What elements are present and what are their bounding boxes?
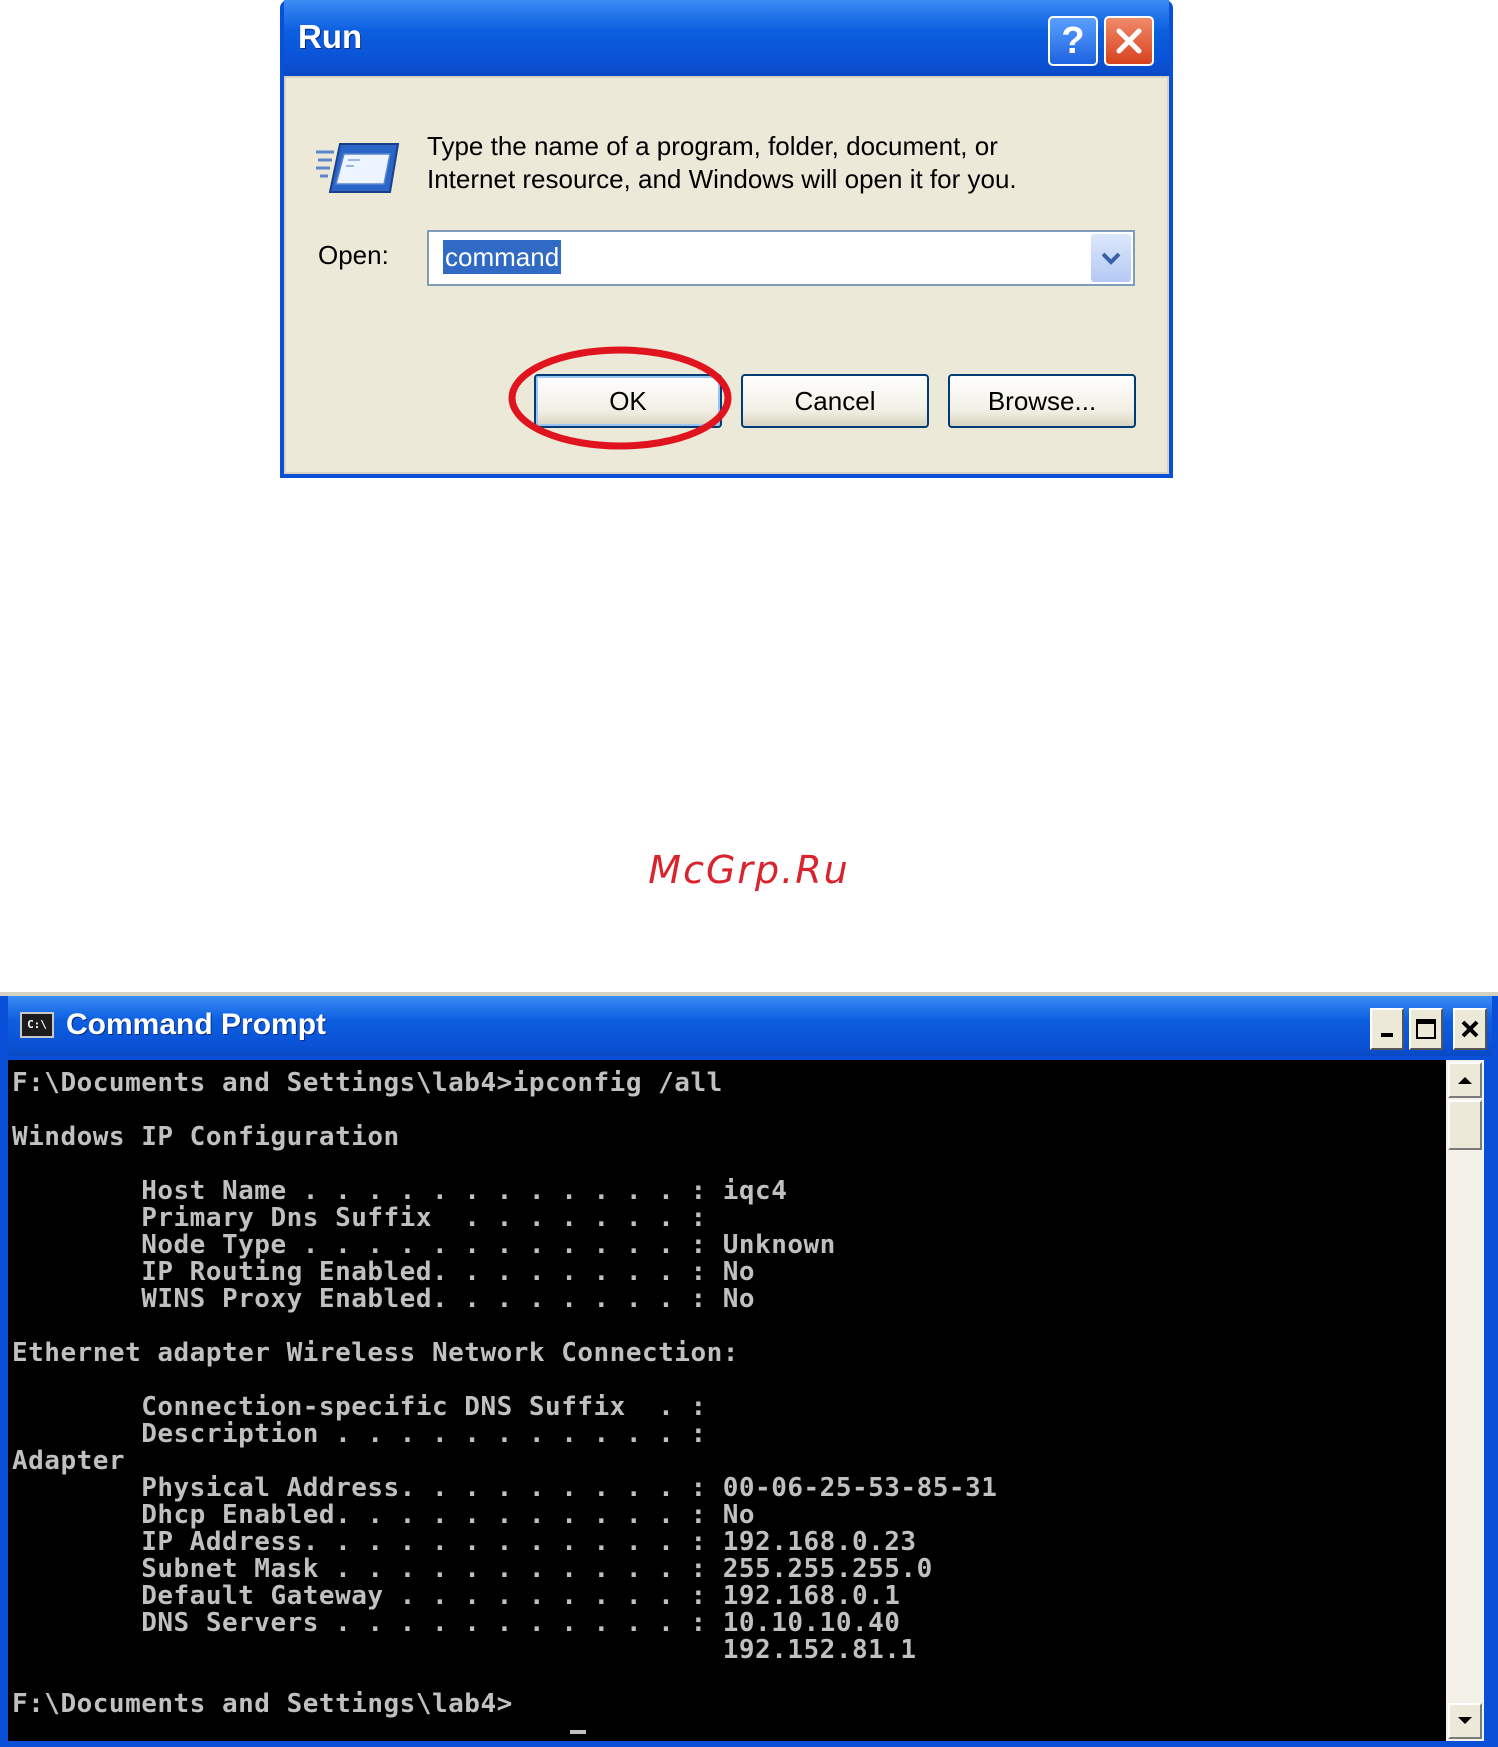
- cancel-button-label: Cancel: [794, 385, 876, 416]
- run-title: Run: [298, 18, 363, 55]
- browse-button[interactable]: Browse...: [948, 374, 1136, 428]
- minimize-icon: [1381, 1033, 1393, 1037]
- run-message-line1: Type the name of a program, folder, docu…: [427, 131, 998, 161]
- scroll-up-button[interactable]: [1448, 1062, 1482, 1098]
- text-cursor: [570, 1730, 586, 1734]
- console-line: Windows IP Configuration: [12, 1122, 400, 1152]
- redaction-bar: [800, 1424, 1446, 1470]
- console-line: Subnet Mask . . . . . . . . . . . : 255.…: [12, 1554, 933, 1584]
- console-line: Dhcp Enabled. . . . . . . . . . . : No: [12, 1500, 756, 1530]
- console-line: Description . . . . . . . . . . . :: [12, 1419, 707, 1449]
- console-line: Primary Dns Suffix . . . . . . . :: [12, 1203, 707, 1233]
- help-icon: ?: [1061, 19, 1085, 62]
- scroll-down-button[interactable]: [1448, 1703, 1482, 1739]
- run-program-icon: [316, 143, 400, 193]
- help-button[interactable]: ?: [1048, 16, 1098, 66]
- console-line: Connection-specific DNS Suffix . :: [12, 1392, 707, 1422]
- close-button[interactable]: [1453, 1008, 1487, 1050]
- maximize-icon: [1416, 1019, 1436, 1039]
- cmd-titlebar[interactable]: C:\ Command Prompt: [8, 996, 1492, 1056]
- console-line: Ethernet adapter Wireless Network Connec…: [12, 1338, 739, 1368]
- close-icon: [1116, 28, 1142, 54]
- console-line: DNS Servers . . . . . . . . . . . : 10.1…: [12, 1608, 901, 1638]
- open-input[interactable]: command: [443, 240, 562, 274]
- console-line: F:\Documents and Settings\lab4>ipconfig …: [12, 1068, 723, 1098]
- maximize-button[interactable]: [1409, 1008, 1443, 1050]
- console-line: Node Type . . . . . . . . . . . . : Unkn…: [12, 1230, 836, 1260]
- chevron-down-icon: [1101, 252, 1121, 265]
- console-line: Host Name . . . . . . . . . . . . : iqc4: [12, 1176, 788, 1206]
- scroll-up-icon: [1458, 1077, 1472, 1084]
- console-line: IP Address. . . . . . . . . . . . : 192.…: [12, 1527, 917, 1557]
- ok-highlight-circle: [508, 346, 732, 450]
- open-label: Open:: [318, 240, 389, 270]
- run-message-line2: Internet resource, and Windows will open…: [427, 164, 1017, 194]
- run-titlebar[interactable]: Run ?: [284, 0, 1169, 76]
- run-message: Type the name of a program, folder, docu…: [427, 130, 1117, 196]
- console-line: Adapter: [12, 1446, 126, 1476]
- open-combobox[interactable]: command: [427, 230, 1135, 286]
- minimize-button[interactable]: [1370, 1008, 1404, 1050]
- console-line: Physical Address. . . . . . . . . : 00-0…: [12, 1473, 998, 1503]
- console-line: F:\Documents and Settings\lab4>: [12, 1689, 513, 1719]
- scroll-down-icon: [1458, 1717, 1472, 1724]
- console-output[interactable]: F:\Documents and Settings\lab4>ipconfig …: [8, 1060, 1446, 1741]
- console-line: WINS Proxy Enabled. . . . . . . . : No: [12, 1284, 756, 1314]
- command-prompt-window: C:\ Command Prompt F:\Documents and Sett…: [0, 992, 1498, 1747]
- open-dropdown-button[interactable]: [1091, 234, 1131, 282]
- console-line: 192.152.81.1: [12, 1635, 917, 1665]
- scroll-thumb[interactable]: [1448, 1100, 1482, 1150]
- vertical-scrollbar[interactable]: [1446, 1060, 1484, 1741]
- console-line: Default Gateway . . . . . . . . . : 192.…: [12, 1581, 901, 1611]
- cmd-window-icon[interactable]: C:\: [20, 1012, 54, 1038]
- close-icon: [1461, 1020, 1479, 1038]
- cmd-title: Command Prompt: [66, 1008, 327, 1041]
- console-line: IP Routing Enabled. . . . . . . . : No: [12, 1257, 756, 1287]
- watermark: McGrp.Ru: [648, 848, 850, 892]
- browse-button-label: Browse...: [987, 385, 1097, 416]
- close-button[interactable]: [1104, 16, 1154, 66]
- cancel-button[interactable]: Cancel: [741, 374, 929, 428]
